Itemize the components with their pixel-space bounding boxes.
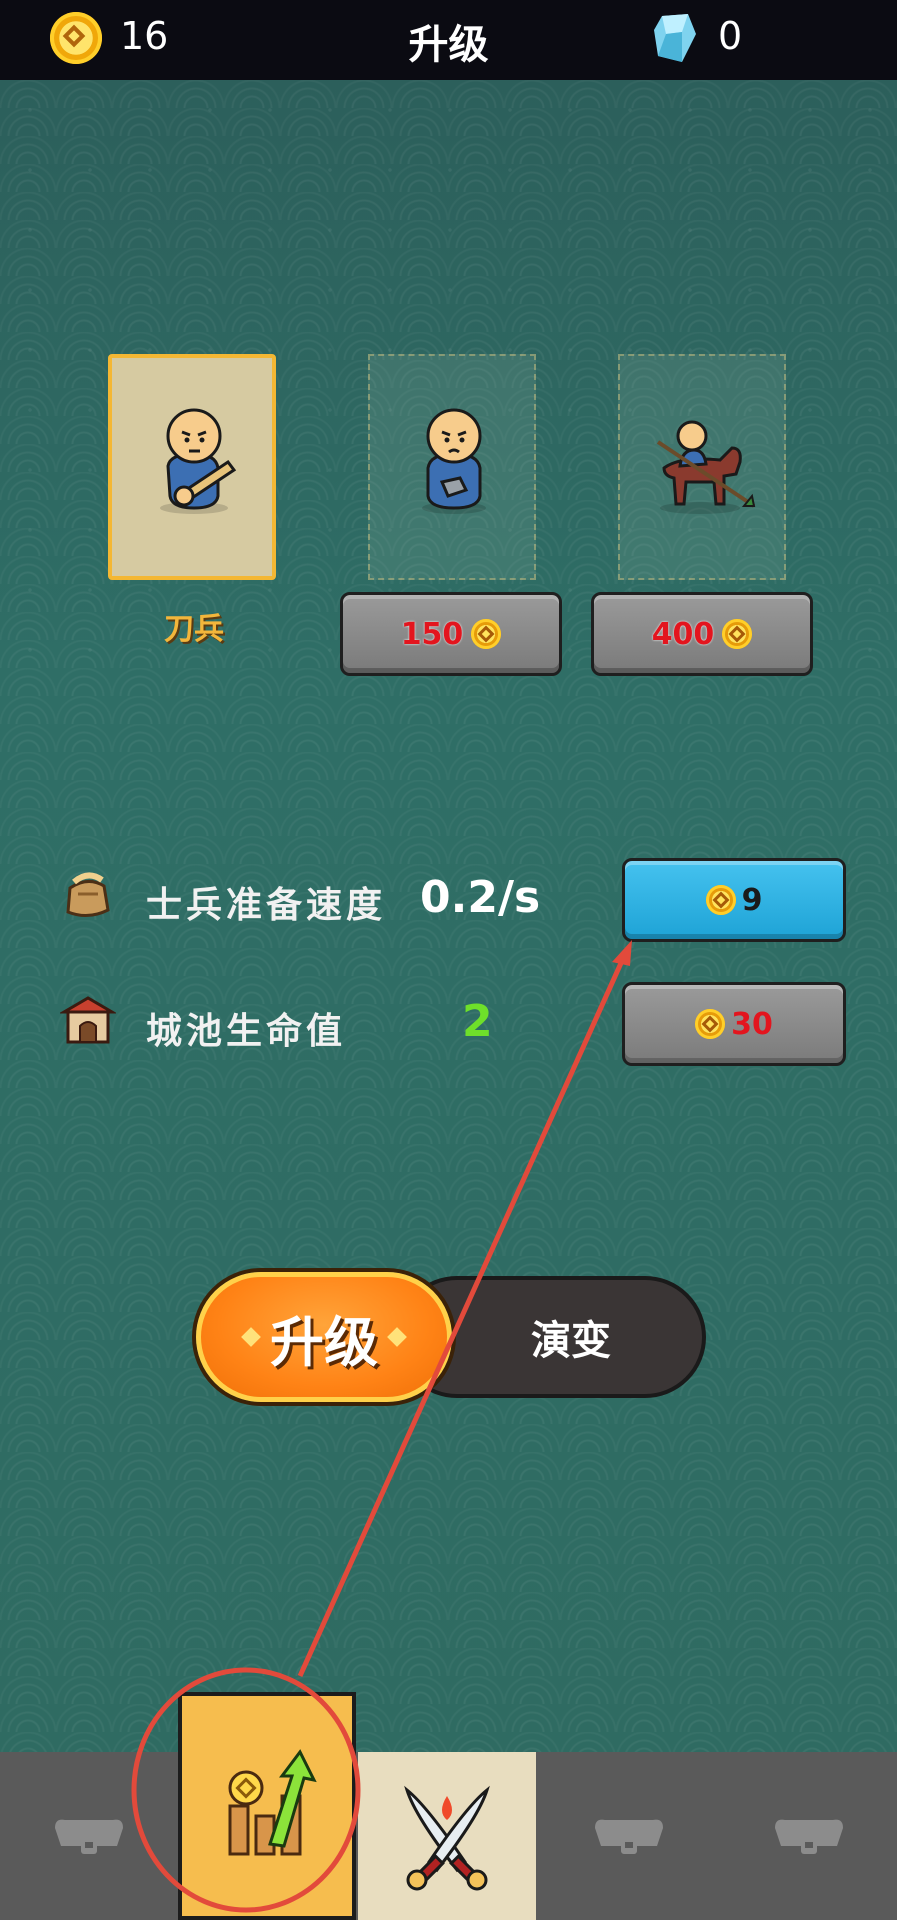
nav-tab-locked-2[interactable] <box>540 1752 718 1920</box>
unlock-cavalry-button[interactable]: 400 <box>591 592 813 676</box>
bottom-nav <box>0 1692 897 1920</box>
locked-tab-icon <box>775 1819 843 1854</box>
unit-card-swordsman[interactable] <box>108 354 276 580</box>
coin-icon <box>471 619 502 649</box>
unlock-soldier-button[interactable]: 150 <box>340 592 562 676</box>
locked-tab-icon <box>595 1819 663 1854</box>
gem-icon <box>654 14 696 62</box>
coin-icon <box>705 885 736 915</box>
cavalry-icon <box>656 420 756 514</box>
gem-count: 0 <box>718 14 743 58</box>
upgrade-soldier-speed-button[interactable]: 9 <box>622 858 846 942</box>
upgrade-coin-arrow-icon <box>228 1749 317 1856</box>
unit-card-cavalry[interactable] <box>618 354 786 580</box>
swordsman-icon <box>160 408 237 514</box>
unlock-cavalry-price: 400 <box>651 616 715 652</box>
upgrade-tab[interactable]: 升级 <box>196 1272 452 1402</box>
unlock-soldier-price: 150 <box>400 616 464 652</box>
diamond-right-icon <box>387 1327 407 1347</box>
unit-card-soldier[interactable] <box>368 354 536 580</box>
unit-name-swordsman: 刀兵 <box>164 612 224 647</box>
grain-sack-icon <box>66 872 110 917</box>
locked-tab-icon <box>55 1819 123 1854</box>
evolve-tab-label: 演变 <box>531 1318 611 1364</box>
soldier-icon <box>422 408 486 514</box>
coin-icon <box>695 1009 726 1039</box>
upgrade-label-city-hp: 城池生命值 <box>146 1011 347 1052</box>
upgrade-soldier-speed-cost: 9 <box>741 882 763 918</box>
diamond-left-icon <box>241 1327 261 1347</box>
nav-tab-battle[interactable] <box>358 1752 536 1920</box>
coin-icon <box>722 619 753 649</box>
mode-toggle: 演变 升级 <box>196 1272 706 1402</box>
nav-tab-locked-1[interactable] <box>0 1752 178 1920</box>
upgrade-value-soldier-speed: 0.2/s <box>420 872 541 923</box>
city-gate-icon <box>60 996 116 1044</box>
top-bar: 16 升级 0 <box>0 0 897 80</box>
crossed-swords-icon <box>404 1785 490 1891</box>
upgrade-city-hp-cost: 30 <box>731 1006 773 1042</box>
nav-tab-upgrade[interactable] <box>178 1692 356 1920</box>
upgrade-value-city-hp: 2 <box>462 996 493 1047</box>
upgrade-label-soldier-speed: 士兵准备速度 <box>146 885 387 926</box>
upgrade-tab-label: 升级 <box>270 1310 378 1374</box>
upgrade-city-hp-button[interactable]: 30 <box>622 982 846 1066</box>
page-title: 升级 <box>408 22 489 68</box>
nav-tab-locked-3[interactable] <box>720 1752 897 1920</box>
